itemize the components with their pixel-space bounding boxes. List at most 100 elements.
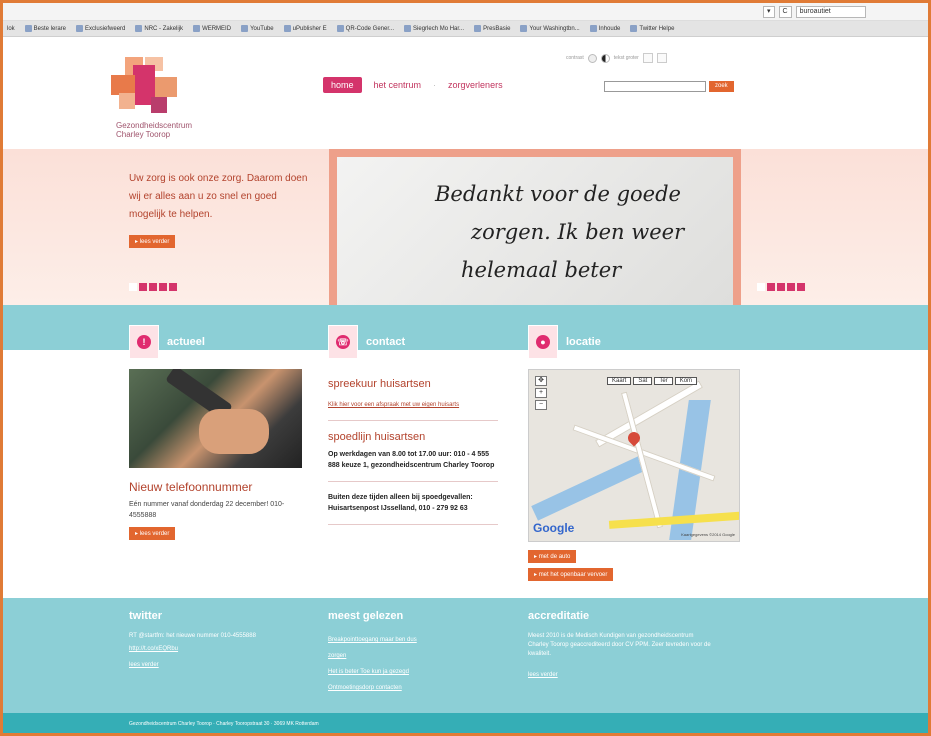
contrast-label: contrast [566, 55, 584, 61]
textsize-label: tekst groter [613, 55, 639, 61]
map-pan-icon[interactable]: ✥ [535, 376, 547, 386]
logo[interactable] [111, 57, 181, 117]
map-type-kom[interactable]: Kom [674, 377, 698, 385]
spoedlijn-outside-hours: Buiten deze tijden alleen bij spoedgeval… [328, 494, 473, 512]
footer-title: accreditatie [528, 610, 590, 622]
hero-text: Uw zorg is ook onze zorg. Daarom doen wi… [129, 173, 308, 220]
footer-twitter: twitter RT @startfm: het nieuwe nummer 0… [129, 610, 314, 673]
footer-title: twitter [129, 610, 162, 622]
slider-dot[interactable] [787, 283, 795, 291]
route-public-transport-button[interactable]: ▸ met het openbaar vervoer [528, 568, 614, 581]
slider-dot[interactable] [159, 283, 167, 291]
map-type-controls: Kaart Sat Ter Kom [607, 377, 698, 385]
bookmark-icon [76, 25, 84, 32]
map-zoom-out[interactable]: − [535, 400, 547, 410]
browser-window: ▾ C buroautiet lok Beste lerare Exclusie… [0, 0, 931, 736]
nav-separator: · [433, 80, 437, 90]
section-head-actueel: ! actueel [129, 325, 205, 359]
search-form: zoek [604, 81, 734, 92]
bookmark[interactable]: uPublisher E [283, 25, 327, 32]
route-car-button[interactable]: ▸ met de auto [528, 550, 577, 563]
bookmark-icon [241, 25, 249, 32]
bookmark[interactable]: Exclusiefweerd [76, 25, 125, 32]
bookmark-icon [404, 25, 412, 32]
text-smaller-button[interactable] [642, 53, 653, 63]
news-title[interactable]: Nieuw telefoonnummer [129, 480, 304, 494]
slider-dot[interactable] [767, 283, 775, 291]
bookmark-icon [24, 25, 32, 32]
slider-dot[interactable] [777, 283, 785, 291]
map-type-kaart[interactable]: Kaart [607, 377, 632, 385]
footer-title: meest gelezen [328, 610, 404, 622]
tweet-text: RT @startfm: het nieuwe nummer 010-45558… [129, 633, 256, 639]
contact-badge: ☏ [328, 325, 358, 359]
accreditatie-read-more[interactable]: lees verder [528, 667, 713, 683]
reload-icon[interactable]: C [778, 6, 792, 18]
tweet-link[interactable]: http://t.co/xEQRbu [129, 641, 314, 657]
bookmark[interactable]: YouTube [241, 25, 274, 32]
bookmark[interactable]: QR-Code Gener... [336, 25, 394, 32]
site-header: Gezondheidscentrum Charley Toorop contra… [3, 37, 928, 149]
phone-icon: ☏ [336, 335, 350, 349]
handwritten-note: Bedankt voor de goede zorgen. Ik ben wee… [337, 157, 733, 307]
slider-dot[interactable] [129, 283, 137, 291]
map-type-ter[interactable]: Ter [654, 377, 673, 385]
search-input[interactable] [604, 81, 706, 92]
accreditatie-text: Meest 2010 is de Medisch Kundigen van ge… [528, 633, 711, 657]
twitter-read-more[interactable]: lees verder [129, 657, 314, 673]
location-pin-icon: ● [536, 335, 550, 349]
slider-dot[interactable] [139, 283, 147, 291]
search-button[interactable]: zoek [709, 81, 734, 92]
bookmark[interactable]: Inhoude [589, 25, 620, 32]
news-read-more-button[interactable]: ▸ lees verder [129, 527, 176, 540]
nav-zorgverleners[interactable]: zorgverleners [448, 80, 503, 90]
bookmark[interactable]: Twitter Helpe [630, 25, 674, 32]
slider-dot[interactable] [757, 283, 765, 291]
logo-text: Gezondheidscentrum Charley Toorop [116, 121, 193, 139]
section-title: contact [366, 336, 406, 348]
nav-home[interactable]: home [323, 77, 362, 93]
appointment-link[interactable]: Klik hier voor een afspraak met uw eigen… [328, 400, 498, 410]
exclamation-icon: ! [137, 335, 151, 349]
slider-dots-left [129, 283, 177, 291]
popular-link[interactable]: Breakpointtoegang maar ben dus [328, 632, 508, 648]
slider-dot[interactable] [149, 283, 157, 291]
address-dropdown[interactable]: ▾ [763, 6, 775, 18]
contact-column: spreekuur huisartsen Klik hier voor een … [328, 378, 498, 535]
bookmark[interactable]: Your Washingtbn... [520, 25, 580, 32]
divider [328, 481, 498, 482]
contrast-normal-icon[interactable] [587, 53, 597, 63]
slider-dot[interactable] [797, 283, 805, 291]
contrast-high-icon[interactable] [600, 53, 610, 63]
spoedlijn-text: Op werkdagen van 8.00 tot 17.00 uur: 010… [328, 451, 495, 469]
bookmark[interactable]: Beste lerare [24, 25, 66, 32]
nav-het-centrum[interactable]: het centrum [374, 80, 422, 90]
search-engine-field[interactable]: buroautiet [795, 6, 866, 18]
map-copyright: Kaartgegevens ©2014 Google [681, 532, 735, 537]
bottom-bar: Gezondheidscentrum Charley Toorop · Char… [3, 713, 928, 733]
text-larger-button[interactable] [656, 53, 667, 63]
bookmark-icon [193, 25, 201, 32]
footer-accreditatie: accreditatie Meest 2010 is de Medisch Ku… [528, 610, 713, 683]
google-logo: Google [533, 521, 575, 535]
bookmark[interactable]: WERMEID [193, 25, 231, 32]
address-bar[interactable]: ▾ C buroautiet [763, 6, 866, 18]
hero-read-more-button[interactable]: ▸ lees verder [129, 235, 176, 248]
bookmark[interactable]: PresBasie [474, 25, 510, 32]
slider-dot[interactable] [169, 283, 177, 291]
bookmark[interactable]: Siegrlech Mo Har... [404, 25, 464, 32]
map-zoom-in[interactable]: + [535, 388, 547, 398]
popular-link[interactable]: zorgen [328, 648, 508, 664]
hero-banner: Uw zorg is ook onze zorg. Daarom doen wi… [3, 149, 928, 315]
google-map[interactable]: ✥ + − Kaart Sat Ter Kom Google Kaartgege… [528, 369, 740, 542]
bookmark-icon [283, 25, 291, 32]
section-title: actueel [167, 336, 205, 348]
footer: twitter RT @startfm: het nieuwe nummer 0… [3, 598, 928, 713]
popular-link[interactable]: Ontmoetingsdorp contacten [328, 680, 508, 696]
popular-link[interactable]: Het is beter Toe kun ja gezegd [328, 664, 508, 680]
section-title: locatie [566, 336, 601, 348]
bookmark[interactable]: NRC - Zakelijk [135, 25, 183, 32]
bookmark[interactable]: lok [7, 26, 15, 32]
hero-image-thank-you-note: Bedankt voor de goede zorgen. Ik ben wee… [329, 149, 741, 315]
map-type-sat[interactable]: Sat [633, 377, 653, 385]
